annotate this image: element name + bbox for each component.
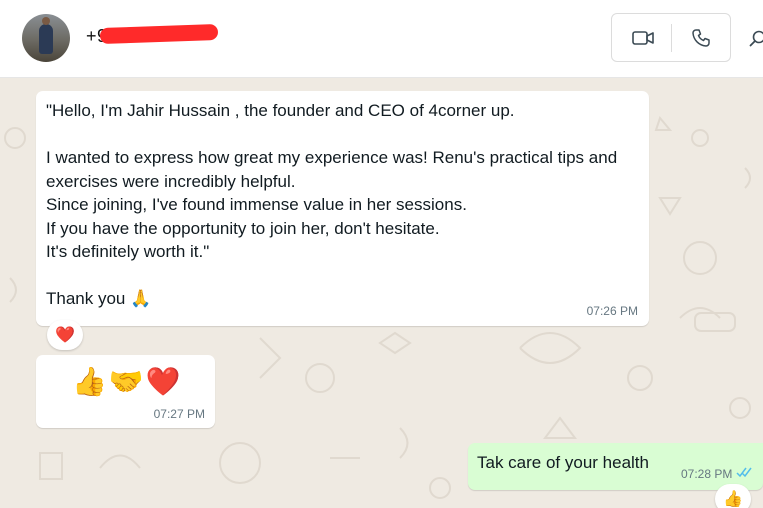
message-time: 07:27 PM xyxy=(153,407,205,421)
chat-area[interactable]: "Hello, I'm Jahir Hussain , the founder … xyxy=(0,78,763,508)
outgoing-message[interactable]: Tak care of your health 07:28 PM xyxy=(468,443,763,490)
message-time: 07:28 PM xyxy=(681,467,733,481)
message-reaction[interactable]: 👍 xyxy=(715,484,751,508)
video-camera-icon xyxy=(632,31,654,45)
heart-emoji: ❤️ xyxy=(145,366,181,397)
contact-avatar[interactable] xyxy=(22,14,70,62)
incoming-message[interactable]: 👍 🤝 ❤️ 07:27 PM xyxy=(36,355,215,428)
heart-emoji: ❤️ xyxy=(55,327,75,344)
redaction-mark xyxy=(99,23,219,45)
message-text: "Hello, I'm Jahir Hussain , the founder … xyxy=(46,101,618,308)
call-buttons-group xyxy=(611,13,731,62)
handshake-emoji: 🤝 xyxy=(108,366,144,397)
video-call-button[interactable] xyxy=(622,22,664,54)
thumbs-up-emoji: 👍 xyxy=(72,366,107,397)
chat-header: +9 xyxy=(0,0,763,78)
search-button[interactable] xyxy=(746,24,763,54)
search-icon xyxy=(749,30,763,47)
message-reaction[interactable]: ❤️ xyxy=(47,320,83,350)
read-receipt-icon xyxy=(736,467,752,478)
message-text: Tak care of your health xyxy=(477,453,649,472)
thumbs-up-emoji: 👍 xyxy=(723,491,743,508)
phone-icon xyxy=(692,29,710,47)
emoji-message: 👍 🤝 ❤️ xyxy=(72,365,181,398)
incoming-message[interactable]: "Hello, I'm Jahir Hussain , the founder … xyxy=(36,91,649,326)
voice-call-button[interactable] xyxy=(680,22,722,54)
message-time: 07:26 PM xyxy=(586,304,638,318)
